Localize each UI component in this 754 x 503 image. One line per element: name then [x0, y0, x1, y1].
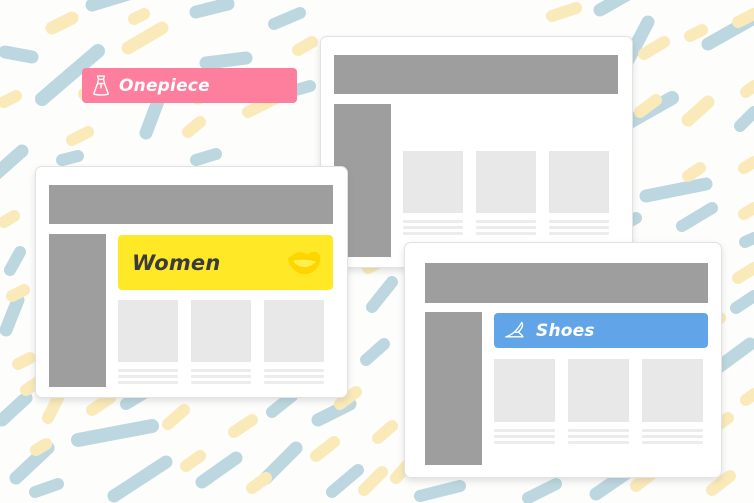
product-tile[interactable] — [642, 359, 703, 422]
product-text-line — [403, 232, 463, 235]
product-text-line — [642, 429, 703, 432]
card-header-bar — [334, 55, 618, 94]
product-text-line — [476, 220, 536, 223]
product-text-line — [118, 369, 178, 372]
product-text-line — [549, 226, 609, 229]
product-text-line — [118, 381, 178, 384]
scene-canvas: Onepiece Women Shoes — [0, 0, 754, 503]
browser-card-women[interactable]: Women — [35, 166, 348, 398]
card-header-bar — [49, 185, 333, 224]
card-sidebar — [425, 312, 482, 465]
product-text-line — [264, 369, 324, 372]
product-tile[interactable] — [476, 151, 536, 213]
card-header-bar — [425, 263, 708, 303]
product-text-line — [568, 429, 629, 432]
product-text-line — [494, 429, 555, 432]
product-tile[interactable] — [191, 300, 251, 362]
product-tile[interactable] — [568, 359, 629, 422]
product-text-line — [494, 441, 555, 444]
product-tile[interactable] — [264, 300, 324, 362]
dress-icon — [90, 74, 112, 98]
product-text-line — [549, 232, 609, 235]
product-text-line — [403, 220, 463, 223]
product-text-line — [264, 381, 324, 384]
browser-card-shoes[interactable]: Shoes — [404, 242, 722, 478]
product-text-line — [476, 232, 536, 235]
product-text-line — [191, 369, 251, 372]
category-banner-women[interactable]: Women — [118, 235, 333, 290]
lips-icon — [285, 249, 323, 277]
product-text-line — [642, 441, 703, 444]
product-tile[interactable] — [549, 151, 609, 213]
product-text-line — [403, 226, 463, 229]
category-banner-onepiece[interactable]: Onepiece — [82, 68, 297, 103]
category-banner-label: Shoes — [536, 320, 595, 341]
card-sidebar — [49, 234, 106, 387]
product-text-line — [568, 441, 629, 444]
product-text-line — [191, 381, 251, 384]
browser-card-onepiece[interactable]: Onepiece — [82, 36, 633, 268]
product-tile[interactable] — [403, 151, 463, 213]
product-text-line — [494, 435, 555, 438]
category-banner-label: Women — [132, 250, 221, 275]
product-text-line — [191, 375, 251, 378]
product-text-line — [568, 435, 629, 438]
high-heel-shoe-icon — [504, 321, 528, 341]
category-banner-shoes[interactable]: Shoes — [494, 313, 708, 348]
product-tile[interactable] — [494, 359, 555, 422]
product-text-line — [264, 375, 324, 378]
product-text-line — [549, 220, 609, 223]
product-tile[interactable] — [118, 300, 178, 362]
category-banner-label: Onepiece — [119, 75, 210, 96]
product-text-line — [118, 375, 178, 378]
product-text-line — [476, 226, 536, 229]
product-text-line — [642, 435, 703, 438]
